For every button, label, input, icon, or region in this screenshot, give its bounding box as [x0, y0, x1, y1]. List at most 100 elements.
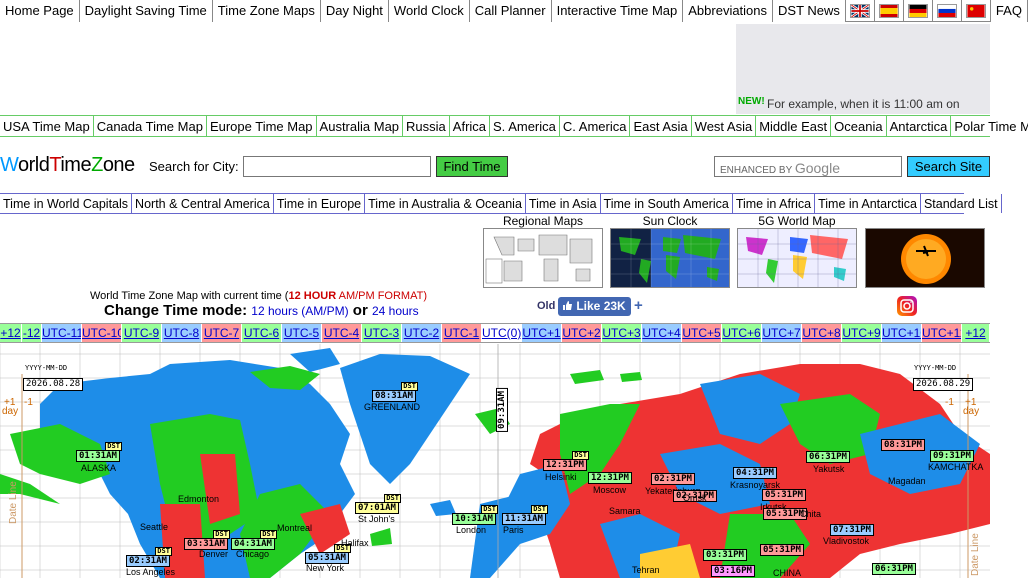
nav-dst-news[interactable]: DST News — [773, 0, 846, 22]
uk-flag-icon[interactable] — [846, 0, 875, 22]
utc-zone-5[interactable]: UTC-8 — [162, 324, 202, 342]
utc-zone-15[interactable]: UTC+2 — [562, 324, 602, 342]
capitals-asia[interactable]: Time in Asia — [525, 194, 601, 213]
region-middle-east[interactable]: Middle East — [756, 116, 832, 136]
nav-dst[interactable]: Daylight Saving Time — [79, 0, 213, 22]
site-logo[interactable]: WorldTimeZone — [0, 154, 135, 177]
region-canada[interactable]: Canada Time Map — [94, 116, 207, 136]
nav-interactive-time-map[interactable]: Interactive Time Map — [551, 0, 684, 22]
nav-home[interactable]: Home Page — [0, 0, 80, 22]
utc-zone-24[interactable]: UTC+11 — [922, 324, 962, 342]
utc-zone-19[interactable]: UTC+6 — [722, 324, 762, 342]
utc-zone-25[interactable]: +12 — [962, 324, 990, 342]
nav-time-zone-maps[interactable]: Time Zone Maps — [212, 0, 321, 22]
mode-12-hours-link[interactable]: 12 hours (AM/PM) — [251, 304, 348, 318]
logo-t: T — [49, 154, 61, 176]
capitals-south-america[interactable]: Time in South America — [600, 194, 733, 213]
find-time-button[interactable]: Find Time — [436, 156, 508, 177]
region-antarctica[interactable]: Antarctica — [887, 116, 952, 136]
utc-zone-20[interactable]: UTC+7 — [762, 324, 802, 342]
google-enhanced-label: ENHANCED BY — [720, 165, 793, 176]
city-label-11: Los Angeles — [126, 567, 176, 577]
capitals-antarctica[interactable]: Time in Antarctica — [815, 194, 921, 213]
region-polar[interactable]: Polar Time Map — [951, 116, 1028, 136]
nav-world-clock[interactable]: World Clock — [388, 0, 470, 22]
old-link[interactable]: Old — [537, 300, 555, 312]
logo-w: W — [0, 154, 19, 176]
utc-zone-11[interactable]: UTC-2 — [402, 324, 442, 342]
clock-1: 08:31AM — [372, 382, 418, 402]
utc-zone-6[interactable]: UTC-7 — [202, 324, 242, 342]
logo-z: Z — [91, 154, 103, 176]
utc-zone-12[interactable]: UTC-1 — [442, 324, 482, 342]
share-plus-button[interactable]: + — [634, 297, 643, 314]
utc-zone-10[interactable]: UTC-3 — [362, 324, 402, 342]
russia-flag-icon[interactable] — [933, 0, 962, 22]
region-europe[interactable]: Europe Time Map — [207, 116, 317, 136]
google-search-input[interactable]: ENHANCED BY Google — [714, 156, 902, 177]
city-label-0: ALASKA — [81, 463, 117, 473]
top-nav: Home Page Daylight Saving Time Time Zone… — [0, 0, 1028, 22]
clock-7: 08:31PM — [881, 439, 925, 451]
mode-24-hours-link[interactable]: 24 hours — [372, 304, 419, 318]
capitals-standard-list[interactable]: Standard List — [920, 194, 1002, 213]
clock-3: 12:31PM — [588, 472, 632, 484]
region-africa[interactable]: Africa — [450, 116, 491, 136]
mode-or: or — [352, 302, 368, 319]
china-flag-icon[interactable] — [962, 0, 991, 22]
capitals-world[interactable]: Time in World Capitals — [0, 194, 133, 213]
sun-clock-thumbnail[interactable] — [610, 228, 730, 288]
region-russia[interactable]: Russia — [403, 116, 450, 136]
utc-zone-7[interactable]: UTC-6 — [242, 324, 282, 342]
utc-zone-9[interactable]: UTC-4 — [322, 324, 362, 342]
city-search-input[interactable] — [243, 156, 431, 177]
regional-maps-label: Regional Maps — [502, 214, 584, 228]
search-city-label: Search for City: — [149, 159, 239, 174]
utc-zone-23[interactable]: UTC+10 — [882, 324, 922, 342]
utc-zone-18[interactable]: UTC+5 — [682, 324, 722, 342]
germany-flag-icon[interactable] — [904, 0, 933, 22]
utc-zone-2[interactable]: UTC-11 — [42, 324, 82, 342]
utc-zone-17[interactable]: UTC+4 — [642, 324, 682, 342]
utc-zone-4[interactable]: UTC-9 — [122, 324, 162, 342]
utc-zone-1[interactable]: -12 — [22, 324, 42, 342]
region-east-asia[interactable]: East Asia — [630, 116, 692, 136]
extra-city-4: Samara — [609, 506, 641, 516]
nav-abbreviations[interactable]: Abbreviations — [683, 0, 774, 22]
capitals-australia-oceania[interactable]: Time in Australia & Oceania — [365, 194, 526, 213]
extra-city-3: Halifax — [341, 538, 369, 548]
capitals-africa[interactable]: Time in Africa — [732, 194, 816, 213]
utc-zone-3[interactable]: UTC-10 — [82, 324, 122, 342]
clock-6: 06:31PM — [806, 451, 850, 463]
utc-zone-13[interactable]: UTC(0) — [482, 324, 522, 342]
utc-zone-8[interactable]: UTC-5 — [282, 324, 322, 342]
nav-day-night[interactable]: Day Night — [320, 0, 389, 22]
region-oceania[interactable]: Oceania — [831, 116, 887, 136]
instagram-icon[interactable] — [897, 296, 917, 316]
region-usa[interactable]: USA Time Map — [0, 116, 94, 136]
nav-faq[interactable]: FAQ — [990, 0, 1028, 22]
ad-box[interactable]: NEW! For example, when it is 11:00 am on — [736, 24, 990, 114]
utc-zone-0[interactable]: +12 — [0, 324, 22, 342]
region-central-america[interactable]: C. America — [560, 116, 631, 136]
5g-world-map-thumbnail[interactable] — [737, 228, 857, 288]
utc-zone-16[interactable]: UTC+3 — [602, 324, 642, 342]
utc-zone-14[interactable]: UTC+1 — [522, 324, 562, 342]
region-south-america[interactable]: S. America — [490, 116, 560, 136]
spain-flag-icon[interactable] — [875, 0, 904, 22]
capitals-europe[interactable]: Time in Europe — [273, 194, 366, 213]
world-time-zone-map[interactable]: YYYY-MM-DD 2026.08.28 YYYY-MM-DD 2026.08… — [0, 344, 990, 578]
facebook-like-button[interactable]: Like 23K — [558, 297, 631, 316]
utc-zone-22[interactable]: UTC+9 — [842, 324, 882, 342]
region-west-asia[interactable]: West Asia — [692, 116, 757, 136]
search-site-button[interactable]: Search Site — [907, 156, 990, 177]
regional-maps-thumbnail[interactable] — [483, 228, 603, 288]
utc-zone-21[interactable]: UTC+8 — [802, 324, 842, 342]
region-australia[interactable]: Australia Map — [317, 116, 404, 136]
capitals-north-central-america[interactable]: North & Central America — [132, 194, 274, 213]
change-time-mode: Change Time mode: 12 hours (AM/PM) or 24… — [104, 302, 419, 319]
nav-call-planner[interactable]: Call Planner — [469, 0, 552, 22]
clock-20: 05:31PM — [760, 544, 804, 556]
plane-sun-photo[interactable] — [865, 228, 985, 288]
change-time-mode-label: Change Time mode: — [104, 302, 248, 319]
